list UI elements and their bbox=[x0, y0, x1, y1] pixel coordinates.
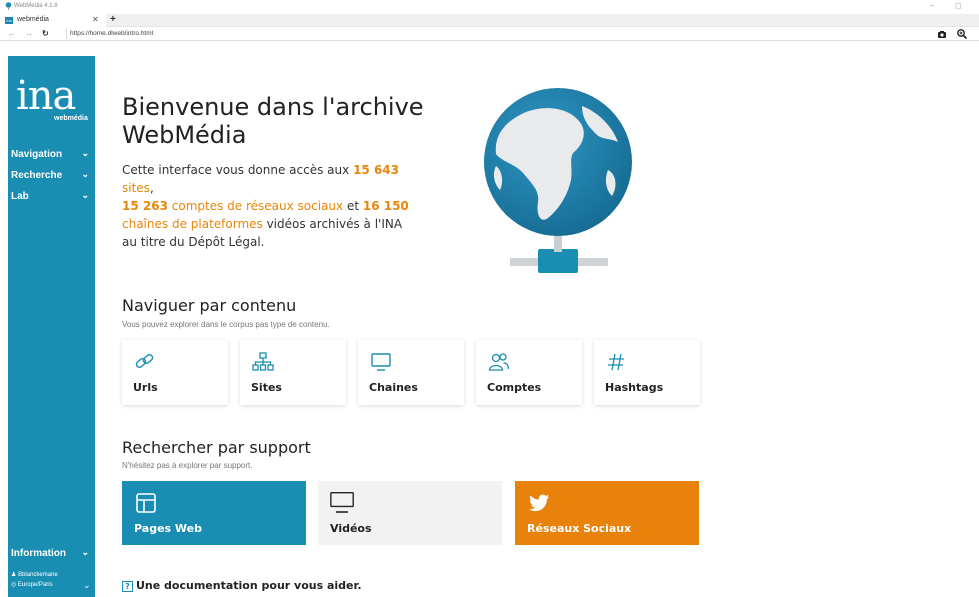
support-label: Vidéos bbox=[330, 522, 372, 535]
globe-illustration bbox=[484, 88, 632, 273]
intro-text-part: , bbox=[149, 181, 154, 195]
user-name: Bblanckemane bbox=[18, 572, 58, 578]
sidebar-item-recherche[interactable]: Recherche ⌄ bbox=[11, 169, 91, 185]
support-label: Pages Web bbox=[134, 522, 202, 535]
app-logo-icon bbox=[5, 2, 12, 10]
close-tab-icon[interactable]: ✕ bbox=[92, 15, 99, 24]
card-label: Hashtags bbox=[605, 381, 664, 394]
hashtag-icon bbox=[608, 353, 624, 371]
sidebar-footer: Information ⌄ ♟ Bblanckemane ◎ Europe/Pa… bbox=[8, 540, 95, 597]
twitter-icon bbox=[529, 494, 549, 512]
sitemap-icon bbox=[252, 352, 274, 371]
card-hashtags[interactable]: Hashtags bbox=[594, 340, 700, 405]
sidebar-item-information[interactable]: Information ⌄ bbox=[11, 547, 91, 563]
support-section-title: Rechercher par support bbox=[122, 438, 311, 457]
users-icon bbox=[488, 353, 510, 371]
card-comptes[interactable]: Comptes bbox=[476, 340, 582, 405]
timezone-value: Europe/Paris bbox=[17, 582, 53, 588]
back-icon[interactable]: ← bbox=[8, 29, 16, 38]
card-urls[interactable]: Urls bbox=[122, 340, 228, 405]
card-chaines[interactable]: Chaines bbox=[358, 340, 464, 405]
ina-favicon-icon: ina bbox=[5, 17, 13, 24]
zoom-icon[interactable] bbox=[956, 28, 968, 40]
user-icon: ♟ bbox=[11, 572, 17, 578]
timezone-selector[interactable]: ◎ Europe/Paris ⌄ bbox=[11, 580, 91, 590]
accounts-link[interactable]: comptes de réseaux sociaux bbox=[168, 199, 343, 213]
globe-icon: ◎ bbox=[11, 582, 17, 588]
sidebar-item-label: Navigation bbox=[11, 149, 63, 160]
tab-bar: ina webmédia ✕ + bbox=[0, 14, 979, 27]
sidebar-item-label: Recherche bbox=[11, 170, 63, 181]
restore-button[interactable]: ◻ bbox=[955, 1, 962, 10]
support-pages-web[interactable]: Pages Web bbox=[122, 481, 306, 545]
ina-logo[interactable]: ina bbox=[16, 76, 76, 116]
support-section-subtitle: N'hésitez pas à explorer par support. bbox=[122, 461, 253, 470]
monitor-icon bbox=[330, 492, 354, 513]
intro-text-part: et bbox=[343, 199, 363, 213]
card-label: Chaines bbox=[369, 381, 418, 394]
window-titlebar: WebMedia 4.1.8 – ◻ bbox=[0, 0, 979, 14]
layout-icon bbox=[136, 493, 156, 513]
app-title: WebMedia 4.1.8 bbox=[14, 3, 58, 9]
page-title: Bienvenue dans l'archive WebMédia bbox=[122, 93, 424, 149]
new-tab-button[interactable]: + bbox=[110, 14, 116, 25]
sidebar-item-label: Information bbox=[11, 548, 66, 559]
chevron-down-icon: ⌄ bbox=[81, 148, 89, 158]
documentation-link-label: Une documentation pour vous aider. bbox=[136, 579, 362, 592]
reload-icon[interactable]: ↻ bbox=[42, 29, 49, 38]
tab-label: webmédia bbox=[17, 16, 49, 23]
address-bar: ← → ↻ https://home.dlweb/intro.html bbox=[0, 27, 979, 41]
sidebar-item-label: Lab bbox=[11, 191, 29, 202]
content-section-subtitle: Vous pouvez explorer dans le corpus pas … bbox=[122, 320, 330, 329]
content-section-title: Naviguer par contenu bbox=[122, 296, 297, 315]
ina-logo-subtitle: webmédia bbox=[54, 115, 88, 122]
chevron-down-icon: ⌄ bbox=[81, 190, 89, 200]
tab-webmedia[interactable]: ina webmédia ✕ bbox=[0, 14, 106, 27]
minimize-button[interactable]: – bbox=[930, 1, 934, 10]
sidebar: ina webmédia Navigation ⌄ Recherche ⌄ La… bbox=[8, 56, 95, 597]
screenshot-icon[interactable] bbox=[936, 28, 948, 40]
user-info[interactable]: ♟ Bblanckemane bbox=[11, 571, 58, 578]
channels-count: 16 150 bbox=[362, 199, 409, 213]
card-sites[interactable]: Sites bbox=[240, 340, 346, 405]
intro-text-part: Cette interface vous donne accès aux bbox=[122, 163, 354, 177]
help-icon: ? bbox=[122, 581, 133, 592]
forward-icon[interactable]: → bbox=[25, 29, 33, 38]
chevron-down-icon: ⌄ bbox=[81, 169, 89, 179]
intro-text: Cette interface vous donne accès aux 15 … bbox=[122, 161, 412, 251]
documentation-link[interactable]: ? Une documentation pour vous aider. bbox=[122, 579, 362, 592]
link-icon bbox=[135, 354, 154, 368]
card-label: Comptes bbox=[487, 381, 542, 394]
accounts-count: 15 263 bbox=[122, 199, 168, 213]
card-label: Sites bbox=[251, 381, 282, 394]
sites-link[interactable]: sites bbox=[122, 181, 150, 195]
sidebar-item-lab[interactable]: Lab ⌄ bbox=[11, 190, 91, 206]
url-separator bbox=[66, 29, 67, 39]
card-label: Urls bbox=[133, 381, 158, 394]
channels-link[interactable]: chaînes de plateformes bbox=[122, 217, 263, 231]
chevron-down-icon: ⌄ bbox=[81, 547, 89, 557]
url-field[interactable]: https://home.dlweb/intro.html bbox=[70, 30, 153, 37]
support-videos[interactable]: Vidéos bbox=[318, 481, 502, 545]
monitor-icon bbox=[371, 353, 391, 371]
support-label: Réseaux Sociaux bbox=[527, 522, 632, 535]
support-reseaux-sociaux[interactable]: Réseaux Sociaux bbox=[515, 481, 699, 545]
chevron-down-icon: ⌄ bbox=[83, 580, 91, 590]
sidebar-item-navigation[interactable]: Navigation ⌄ bbox=[11, 148, 91, 164]
sites-count: 15 643 bbox=[353, 163, 399, 177]
